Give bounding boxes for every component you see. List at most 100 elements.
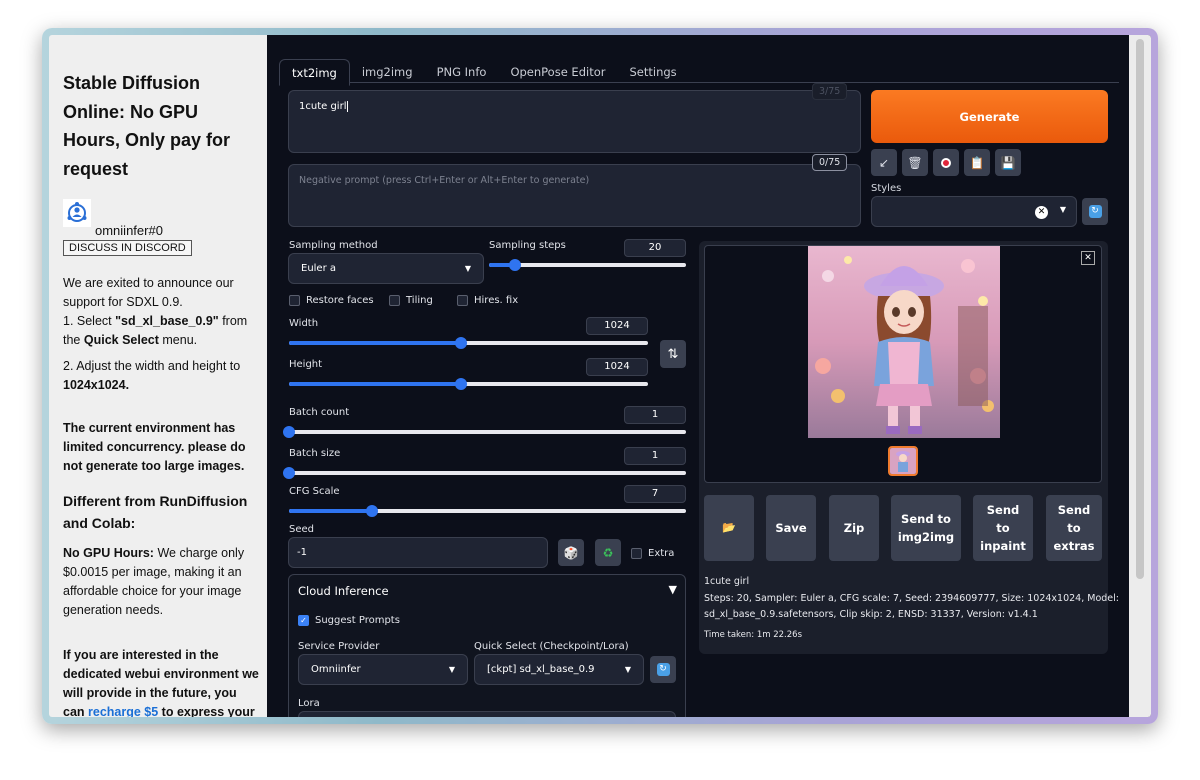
pricing-text: No GPU Hours: We charge only $0.0015 per… <box>63 544 259 620</box>
checkmark-icon: ✓ <box>298 615 309 626</box>
page-scrollbar[interactable] <box>1129 35 1151 717</box>
tab-txt2img[interactable]: txt2img <box>279 59 350 86</box>
info-sidebar: Stable Diffusion Online: No GPU Hours, O… <box>49 35 267 717</box>
extra-networks-button[interactable] <box>933 149 959 176</box>
sampling-method-value: Euler a <box>301 263 337 274</box>
clear-prompt-button[interactable]: 🗑 <box>902 149 928 176</box>
styles-refresh-button[interactable]: ↻ <box>1082 198 1108 225</box>
text-cursor <box>347 101 349 112</box>
slider-knob[interactable] <box>366 505 379 517</box>
batch-count-input[interactable]: 1 <box>624 406 686 424</box>
step1-suffix: menu. <box>158 333 198 347</box>
batch-size-input[interactable]: 1 <box>624 447 686 465</box>
hires-fix-label: Hires. fix <box>474 295 519 306</box>
send-to-img2img-button[interactable]: Send to img2img <box>891 495 961 561</box>
slider-knob[interactable] <box>455 378 468 390</box>
generate-button[interactable]: Generate <box>871 90 1108 143</box>
interest-text: If you are interested in the dedicated w… <box>63 646 259 717</box>
service-provider-select[interactable]: Omniinfer ▼ <box>298 654 468 685</box>
tab-settings[interactable]: Settings <box>617 59 688 86</box>
extra-label: Extra <box>648 548 675 559</box>
batch-count-slider[interactable] <box>283 426 686 438</box>
slider-fill <box>289 382 462 386</box>
cfg-scale-input[interactable]: 7 <box>624 485 686 503</box>
service-provider-value: Omniinfer <box>311 664 361 675</box>
slider-knob[interactable] <box>455 337 468 349</box>
tab-img2img[interactable]: img2img <box>350 59 425 86</box>
user-block: omniinfer#0 DISCUSS IN DISCORD <box>63 199 259 256</box>
seed-label: Seed <box>289 524 314 535</box>
reuse-seed-button[interactable]: ♻ <box>595 539 621 566</box>
step1-menu: Quick Select <box>83 333 159 347</box>
thumbnail-picture <box>890 448 916 474</box>
lora-select[interactable] <box>298 711 676 717</box>
chevron-down-icon: ▼ <box>624 665 631 674</box>
read-params-button[interactable]: ↙ <box>871 149 897 176</box>
scrollbar-thumb[interactable] <box>1136 39 1144 579</box>
sampling-method-label: Sampling method <box>289 240 378 251</box>
negative-prompt-input[interactable]: Negative prompt (press Ctrl+Enter or Alt… <box>288 164 861 227</box>
collapse-icon[interactable]: ▼ <box>669 583 677 596</box>
zip-button[interactable]: Zip <box>829 495 879 561</box>
info-prompt: 1cute girl <box>704 576 750 587</box>
recharge-link[interactable]: recharge $5 <box>88 705 158 717</box>
slider-knob[interactable] <box>283 426 295 438</box>
save-button[interactable]: Save <box>766 495 816 561</box>
height-input[interactable]: 1024 <box>586 358 648 376</box>
chevron-down-icon: ▼ <box>464 264 471 273</box>
gallery-thumbnail[interactable] <box>888 446 918 476</box>
send-to-extras-button[interactable]: Send to extras <box>1046 495 1102 561</box>
checkbox-box <box>457 295 468 306</box>
styles-label: Styles <box>871 183 902 194</box>
quick-select-dropdown[interactable]: [ckpt] sd_xl_base_0.9 ▼ <box>474 654 644 685</box>
batch-count-label: Batch count <box>289 407 350 418</box>
sampling-steps-input[interactable]: 20 <box>624 239 686 257</box>
close-icon[interactable]: ✕ <box>1081 251 1095 265</box>
cfg-scale-slider[interactable] <box>289 505 686 517</box>
step2: 2. Adjust the width and height to 1024x1… <box>63 357 259 395</box>
seed-input[interactable]: -1 <box>288 537 548 568</box>
random-seed-button[interactable]: 🎲 <box>558 539 584 566</box>
chevron-down-icon: ▼ <box>1059 205 1066 214</box>
person-network-logo-icon <box>63 199 91 227</box>
discuss-in-discord-button[interactable]: DISCUSS IN DISCORD <box>63 240 192 256</box>
window-content: Stable Diffusion Online: No GPU Hours, O… <box>49 35 1151 717</box>
slider-knob[interactable] <box>283 467 295 479</box>
height-slider[interactable] <box>289 378 648 390</box>
extra-checkbox[interactable]: Extra <box>631 548 674 559</box>
quick-select-label: Quick Select (Checkpoint/Lora) <box>474 641 629 652</box>
suggest-prompts-checkbox[interactable]: ✓ Suggest Prompts <box>298 615 400 626</box>
styles-select[interactable]: ✕ ▼ <box>871 196 1077 227</box>
tab-openpose-editor[interactable]: OpenPose Editor <box>498 59 617 86</box>
send-to-inpaint-button[interactable]: Send to inpaint <box>973 495 1033 561</box>
open-folder-button[interactable]: 📂 <box>704 495 754 561</box>
hires-fix-checkbox[interactable]: Hires. fix <box>457 295 518 306</box>
width-label: Width <box>289 318 319 329</box>
generated-image[interactable] <box>808 246 1000 438</box>
restore-faces-checkbox[interactable]: Restore faces <box>289 295 374 306</box>
service-provider-label: Service Provider <box>298 641 380 652</box>
cloud-inference-title[interactable]: Cloud Inference <box>298 584 389 598</box>
width-slider[interactable] <box>289 337 648 349</box>
slider-fill <box>289 341 462 345</box>
width-input[interactable]: 1024 <box>586 317 648 335</box>
cloud-inference-panel: Cloud Inference ▼ ✓ Suggest Prompts Servi… <box>288 574 686 717</box>
sampling-method-select[interactable]: Euler a ▼ <box>288 253 484 284</box>
quick-select-value: [ckpt] sd_xl_base_0.9 <box>487 664 595 675</box>
batch-size-slider[interactable] <box>283 467 686 479</box>
save-style-button[interactable]: 💾 <box>995 149 1021 176</box>
clear-icon[interactable]: ✕ <box>1035 206 1048 219</box>
swap-dimensions-button[interactable]: ⇅ <box>660 340 686 368</box>
info-params-line1: Steps: 20, Sampler: Euler a, CFG scale: … <box>704 593 1119 604</box>
quick-select-refresh-button[interactable]: ↻ <box>650 656 676 683</box>
apply-style-button[interactable]: 📋 <box>964 149 990 176</box>
chevron-down-icon: ▼ <box>448 665 455 674</box>
tiling-checkbox[interactable]: Tiling <box>389 295 433 306</box>
generated-image-picture <box>808 246 1000 438</box>
slider-knob[interactable] <box>508 259 521 271</box>
announce-text: We are exited to announce our support fo… <box>63 276 234 309</box>
refresh-icon: ↻ <box>1088 205 1102 218</box>
tab-png-info[interactable]: PNG Info <box>425 59 499 86</box>
sampling-steps-slider[interactable] <box>489 259 686 271</box>
prompt-input[interactable]: 1cute girl <box>288 90 861 153</box>
